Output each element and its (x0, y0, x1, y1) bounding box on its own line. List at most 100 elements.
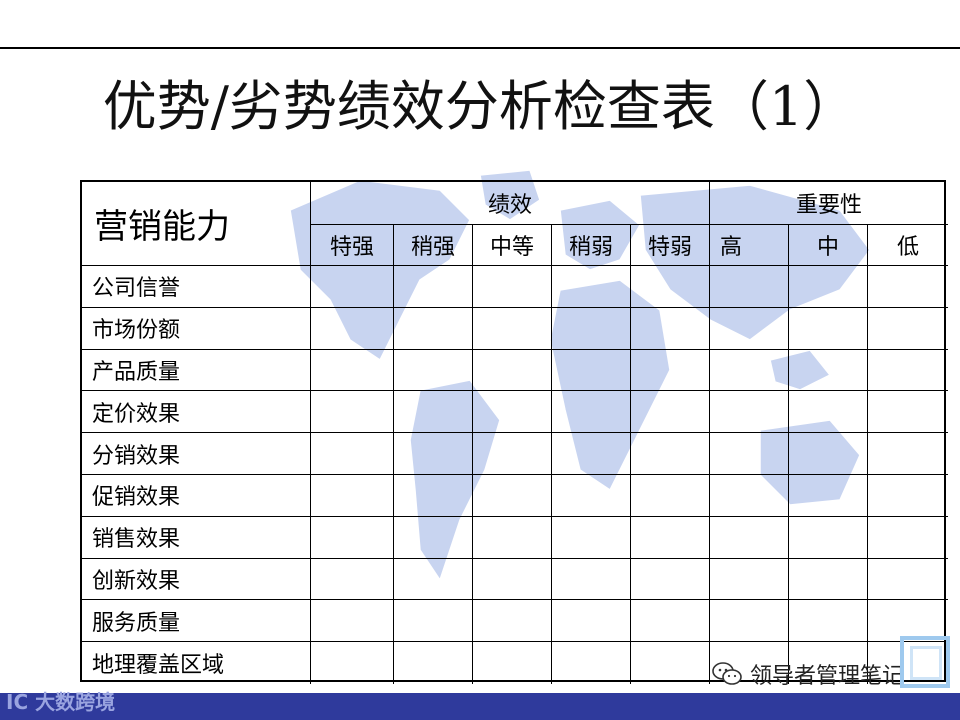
table-cell (868, 350, 948, 392)
group-header-importance: 重要性 (710, 182, 948, 225)
table-cell (710, 474, 789, 517)
row-label: 地理覆盖区域 (82, 642, 311, 684)
table-cell (394, 558, 473, 601)
table-cell (473, 266, 552, 308)
table-cell (473, 349, 552, 392)
page-title: 优势/劣势绩效分析检查表（1） (102, 75, 858, 138)
corner-label: 营销能力 (82, 182, 311, 266)
table-cell (552, 516, 631, 559)
table-cell (789, 307, 868, 350)
table-cell (394, 600, 473, 643)
table-cell (552, 558, 631, 601)
table-cell (631, 433, 710, 475)
table-cell (394, 266, 473, 308)
table-cell (631, 642, 710, 684)
wechat-icon (712, 662, 742, 685)
table-cell (631, 266, 710, 308)
group-header-performance: 绩效 (311, 182, 710, 225)
table-cell (311, 433, 394, 475)
table-cell (473, 433, 552, 475)
column-header: 特强 (311, 225, 394, 266)
column-header: 低 (868, 225, 948, 266)
watermark-text: 领导者管理笔记 (750, 664, 905, 689)
row-label: 促销效果 (82, 474, 311, 517)
table-cell (473, 516, 552, 559)
table-cell (631, 391, 710, 434)
table-cell (394, 349, 473, 392)
table-cell (789, 558, 868, 601)
table-cell (473, 558, 552, 601)
corner-decoration-inner (910, 646, 942, 680)
table-cell (789, 516, 868, 559)
table-cell (868, 266, 948, 308)
analysis-table: 营销能力 绩效 重要性 特强 稍强 中等 稍弱 特弱 高 中 低 公司信誉 市场份… (80, 180, 948, 684)
table-cell (868, 475, 948, 517)
table-cell (631, 558, 710, 601)
table-cell (311, 642, 394, 684)
table-cell (552, 307, 631, 350)
row-label: 创新效果 (82, 558, 311, 601)
column-header: 中等 (473, 225, 552, 266)
column-header: 稍弱 (552, 225, 631, 266)
table-cell (710, 391, 789, 434)
column-header: 特弱 (631, 225, 710, 266)
table-cell (394, 642, 473, 684)
table-cell (473, 600, 552, 643)
table-cell (710, 266, 789, 308)
table-cell (311, 266, 394, 308)
logo-mark: IC (6, 690, 29, 714)
table-cell (552, 349, 631, 392)
table-cell (789, 600, 868, 643)
column-header: 中 (789, 225, 868, 266)
table-cell (868, 559, 948, 601)
table-cell (552, 266, 631, 308)
table-cell (710, 349, 789, 392)
top-rule (0, 47, 960, 49)
logo-text: 大数跨境 (35, 690, 116, 714)
table-cell (311, 307, 394, 350)
table-cell (473, 474, 552, 517)
table-cell (631, 516, 710, 559)
table-cell (394, 474, 473, 517)
table-cell (552, 391, 631, 434)
row-label: 定价效果 (82, 391, 311, 434)
table-cell (789, 349, 868, 392)
table-cell (631, 600, 710, 643)
table-cell (631, 307, 710, 350)
table-cell (552, 433, 631, 475)
footer-logo: IC 大数跨境 (6, 686, 115, 715)
table-cell (868, 517, 948, 559)
table-cell (710, 600, 789, 643)
table-cell (789, 266, 868, 308)
table-cell (631, 474, 710, 517)
table-cell (789, 433, 868, 475)
table-cell (710, 558, 789, 601)
row-label: 公司信誉 (82, 266, 311, 308)
watermark: 领导者管理笔记 (712, 658, 904, 690)
table-cell (394, 307, 473, 350)
table-cell (868, 391, 948, 434)
table-cell (311, 558, 394, 601)
table-cell (473, 307, 552, 350)
row-label: 销售效果 (82, 516, 311, 559)
table-cell (710, 433, 789, 475)
table-cell (311, 516, 394, 559)
table-cell (789, 474, 868, 517)
table-cell (552, 474, 631, 517)
table-cell (710, 307, 789, 350)
table-cell (473, 391, 552, 434)
table-cell (552, 642, 631, 684)
row-label: 产品质量 (82, 349, 311, 392)
table-cell (868, 433, 948, 475)
table-cell (394, 433, 473, 475)
table-cell (552, 600, 631, 643)
table-cell (868, 308, 948, 350)
row-label: 分销效果 (82, 433, 311, 475)
table-cell (311, 474, 394, 517)
table-cell (311, 600, 394, 643)
column-header: 高 (710, 225, 789, 266)
table-cell (473, 642, 552, 684)
row-label: 服务质量 (82, 600, 311, 643)
row-label: 市场份额 (82, 307, 311, 350)
table-cell (394, 516, 473, 559)
